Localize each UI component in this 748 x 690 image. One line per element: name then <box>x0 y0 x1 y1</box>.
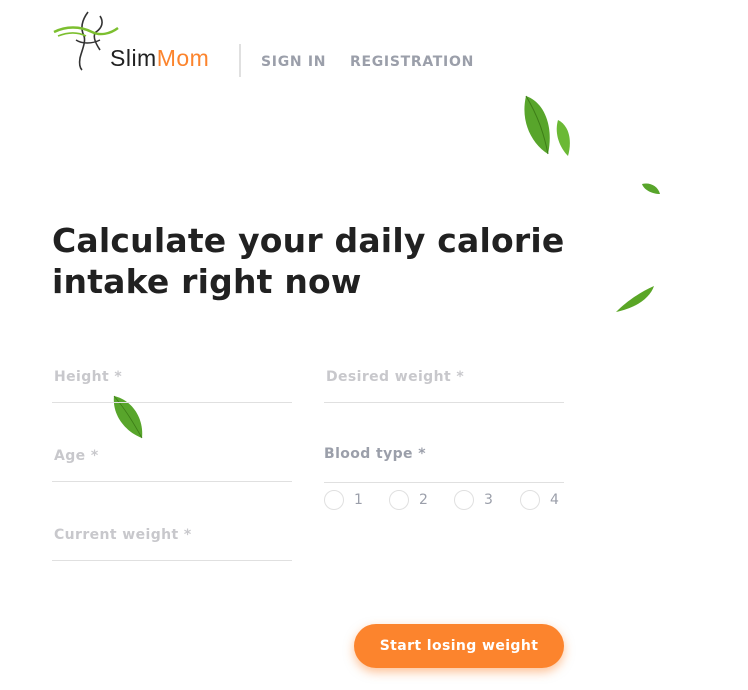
age-field[interactable]: Age * <box>52 448 292 482</box>
current-weight-field[interactable]: Current weight * <box>52 527 292 561</box>
header-divider <box>239 44 241 77</box>
page-title-line-2: intake right now <box>52 262 362 301</box>
logo-text-slim: Slim <box>110 45 157 71</box>
height-input[interactable] <box>52 369 292 402</box>
blood-type-option-3[interactable]: 3 <box>454 490 493 510</box>
registration-link[interactable]: REGISTRATION <box>350 54 474 70</box>
start-losing-weight-button[interactable]: Start losing weight <box>354 624 564 668</box>
desired-weight-input[interactable] <box>324 369 564 402</box>
blood-type-option-1[interactable]: 1 <box>324 490 363 510</box>
blood-type-option-4[interactable]: 4 <box>520 490 559 510</box>
desired-weight-field[interactable]: Desired weight * <box>324 369 564 403</box>
radio-circle-icon[interactable] <box>389 490 409 510</box>
radio-circle-icon[interactable] <box>324 490 344 510</box>
leaf-icon <box>524 95 570 156</box>
logo-text: SlimMom <box>110 45 209 72</box>
current-weight-input[interactable] <box>52 527 292 560</box>
logo[interactable]: SlimMom <box>52 10 224 76</box>
radio-circle-icon[interactable] <box>454 490 474 510</box>
blood-type-divider <box>324 482 564 483</box>
blood-type-option-label: 4 <box>550 492 559 508</box>
radio-circle-icon[interactable] <box>520 490 540 510</box>
page-title: Calculate your daily calorie intake righ… <box>52 220 652 302</box>
blood-type-option-label: 1 <box>354 492 363 508</box>
sign-in-link[interactable]: SIGN IN <box>261 54 326 70</box>
age-input[interactable] <box>52 448 292 481</box>
blood-type-option-label: 3 <box>484 492 493 508</box>
logo-text-mom: Mom <box>156 45 210 71</box>
height-field[interactable]: Height * <box>52 369 292 403</box>
blood-type-option-label: 2 <box>419 492 428 508</box>
blood-type-label: Blood type * <box>324 446 426 462</box>
leaf-icon <box>642 183 660 194</box>
page-title-line-1: Calculate your daily calorie <box>52 221 565 260</box>
blood-type-option-2[interactable]: 2 <box>389 490 428 510</box>
